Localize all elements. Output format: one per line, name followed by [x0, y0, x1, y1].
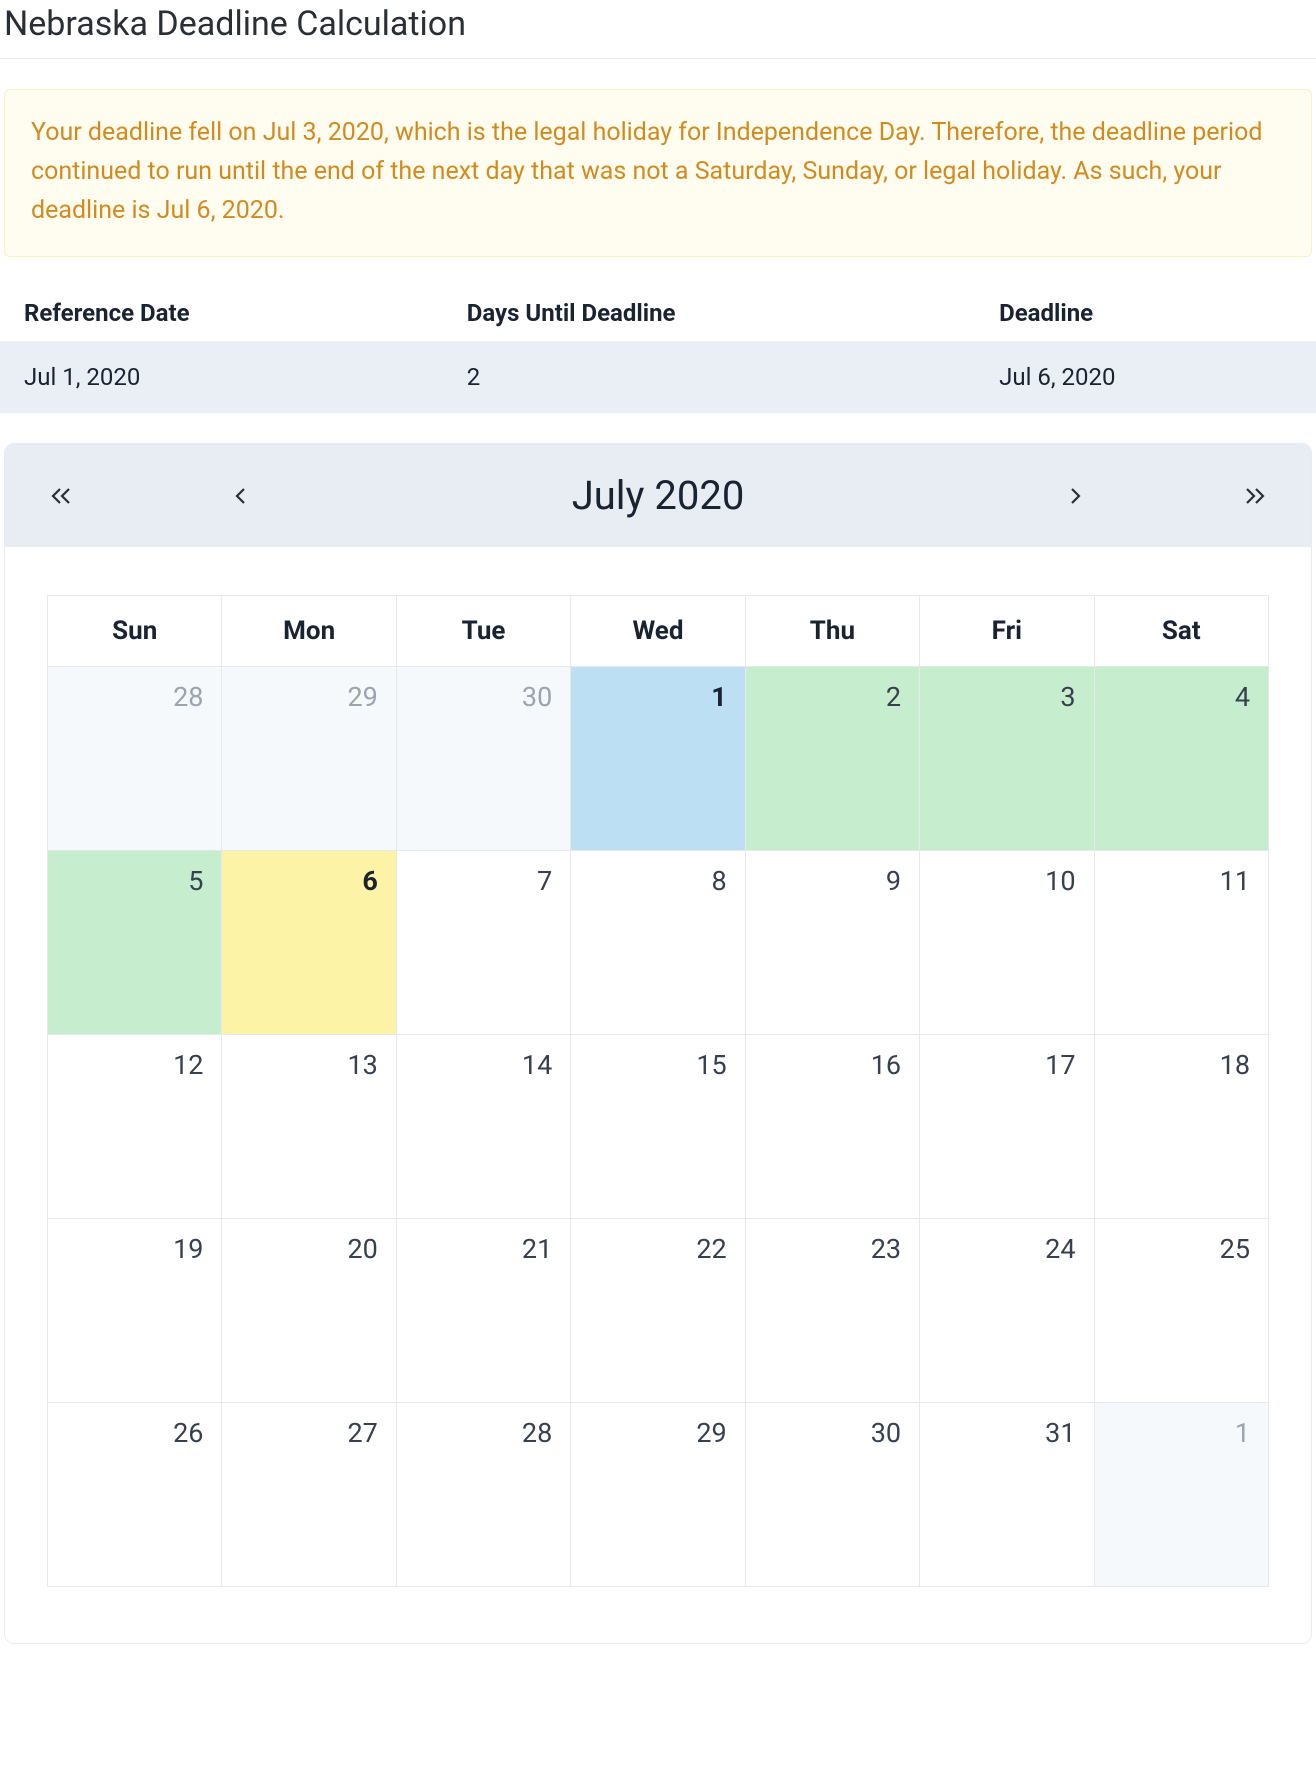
- calendar-day[interactable]: 16: [745, 1035, 919, 1219]
- weekday-tue: Tue: [396, 596, 570, 667]
- chevron-double-left-icon: [49, 486, 73, 506]
- weekday-wed: Wed: [571, 596, 745, 667]
- calendar-day[interactable]: 21: [396, 1219, 570, 1403]
- calendar-day[interactable]: 10: [920, 851, 1094, 1035]
- calendar-day[interactable]: 29: [571, 1403, 745, 1587]
- calendar-day[interactable]: 18: [1094, 1035, 1268, 1219]
- calendar-day[interactable]: 28: [48, 667, 222, 851]
- calendar-day[interactable]: 24: [920, 1219, 1094, 1403]
- calendar-day[interactable]: 23: [745, 1219, 919, 1403]
- calendar-day[interactable]: 28: [396, 1403, 570, 1587]
- calendar-day[interactable]: 2: [745, 667, 919, 851]
- calendar-row: 12131415161718: [48, 1035, 1269, 1219]
- calendar-day[interactable]: 15: [571, 1035, 745, 1219]
- calendar-day[interactable]: 6: [222, 851, 396, 1035]
- calendar-row: 19202122232425: [48, 1219, 1269, 1403]
- calendar-day[interactable]: 31: [920, 1403, 1094, 1587]
- calendar-day[interactable]: 1: [1094, 1403, 1268, 1587]
- calendar-row: 567891011: [48, 851, 1269, 1035]
- calendar-day[interactable]: 4: [1094, 667, 1268, 851]
- next-year-button[interactable]: [1235, 481, 1275, 511]
- page-title: Nebraska Deadline Calculation: [0, 0, 1316, 59]
- chevron-left-icon: [231, 486, 251, 506]
- calendar-day[interactable]: 11: [1094, 851, 1268, 1035]
- calendar-day[interactable]: 3: [920, 667, 1094, 851]
- col-reference-date: Reference Date: [0, 285, 443, 341]
- deadline-summary-table: Reference Date Days Until Deadline Deadl…: [0, 285, 1316, 413]
- weekday-sat: Sat: [1094, 596, 1268, 667]
- calendar-row: 2627282930311: [48, 1403, 1269, 1587]
- weekday-sun: Sun: [48, 596, 222, 667]
- calendar-month-label: July 2020: [261, 472, 1055, 519]
- calendar-day[interactable]: 20: [222, 1219, 396, 1403]
- calendar-day[interactable]: 9: [745, 851, 919, 1035]
- weekday-fri: Fri: [920, 596, 1094, 667]
- weekday-thu: Thu: [745, 596, 919, 667]
- calendar-day[interactable]: 7: [396, 851, 570, 1035]
- calendar-day[interactable]: 25: [1094, 1219, 1268, 1403]
- calendar-day[interactable]: 12: [48, 1035, 222, 1219]
- chevron-double-right-icon: [1243, 486, 1267, 506]
- calendar-day[interactable]: 29: [222, 667, 396, 851]
- calendar-day[interactable]: 14: [396, 1035, 570, 1219]
- col-deadline: Deadline: [975, 285, 1316, 341]
- prev-year-button[interactable]: [41, 481, 81, 511]
- calendar-day[interactable]: 17: [920, 1035, 1094, 1219]
- prev-month-button[interactable]: [221, 481, 261, 511]
- calendar-day[interactable]: 19: [48, 1219, 222, 1403]
- calendar-row: 2829301234: [48, 667, 1269, 851]
- days-until-value: 2: [443, 341, 975, 413]
- calendar-day[interactable]: 22: [571, 1219, 745, 1403]
- calendar-panel: July 2020 Sun Mon Tue Wed Thu Fri: [4, 443, 1312, 1644]
- calendar-day[interactable]: 26: [48, 1403, 222, 1587]
- calendar-day[interactable]: 13: [222, 1035, 396, 1219]
- chevron-right-icon: [1065, 486, 1085, 506]
- calendar-day[interactable]: 27: [222, 1403, 396, 1587]
- calendar-day[interactable]: 30: [396, 667, 570, 851]
- calendar-day[interactable]: 8: [571, 851, 745, 1035]
- table-row: Jul 1, 2020 2 Jul 6, 2020: [0, 341, 1316, 413]
- next-month-button[interactable]: [1055, 481, 1095, 511]
- calendar-header: July 2020: [5, 444, 1311, 547]
- calendar-grid: Sun Mon Tue Wed Thu Fri Sat 282930123456…: [47, 595, 1269, 1587]
- calendar-day[interactable]: 30: [745, 1403, 919, 1587]
- weekday-mon: Mon: [222, 596, 396, 667]
- col-days-until-deadline: Days Until Deadline: [443, 285, 975, 341]
- calendar-day[interactable]: 1: [571, 667, 745, 851]
- calendar-day[interactable]: 5: [48, 851, 222, 1035]
- deadline-value: Jul 6, 2020: [975, 341, 1316, 413]
- reference-date-value: Jul 1, 2020: [0, 341, 443, 413]
- holiday-notice: Your deadline fell on Jul 3, 2020, which…: [4, 89, 1312, 257]
